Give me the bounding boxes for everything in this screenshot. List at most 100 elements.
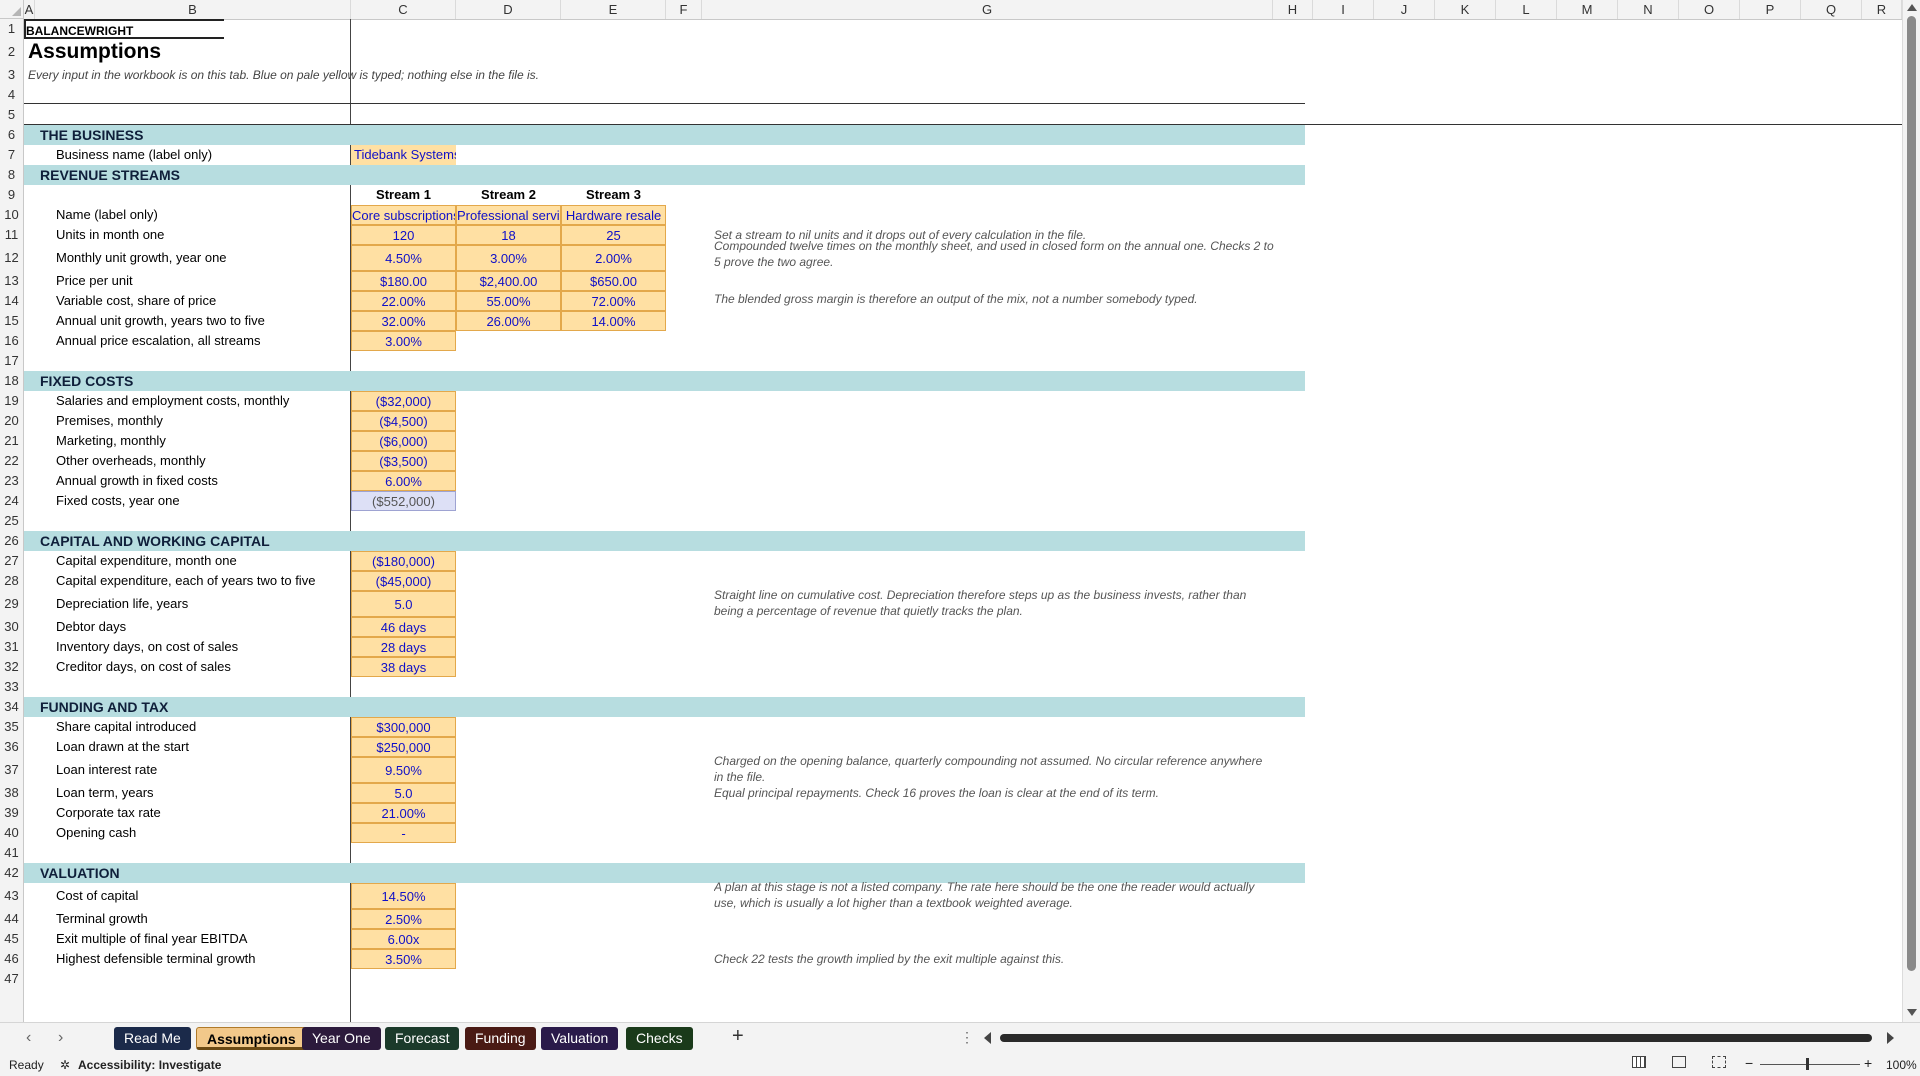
row-header-2[interactable]: 2 [0, 39, 23, 65]
scroll-right-icon[interactable] [1887, 1032, 1894, 1044]
input-cell[interactable]: ($3,500) [351, 451, 456, 471]
row-label[interactable]: Share capital introduced [56, 717, 371, 737]
column-header-e[interactable]: E [561, 0, 666, 19]
input-cell[interactable]: 6.00x [351, 929, 456, 949]
column-header-d[interactable]: D [456, 0, 561, 19]
input-cell[interactable]: 55.00% [456, 291, 561, 311]
scroll-up-icon[interactable] [1907, 4, 1917, 11]
tab-read-me[interactable]: Read Me [114, 1027, 191, 1050]
input-cell[interactable]: $300,000 [351, 717, 456, 737]
row-header-27[interactable]: 27 [0, 551, 23, 571]
assumption-note[interactable]: The blended gross margin is therefore an… [714, 291, 1274, 307]
vertical-scrollbar[interactable] [1902, 0, 1920, 1022]
input-cell[interactable]: 46 days [351, 617, 456, 637]
column-header-c[interactable]: C [351, 0, 456, 19]
zoom-slider-handle[interactable] [1806, 1058, 1809, 1070]
row-header-25[interactable]: 25 [0, 511, 23, 531]
row-header-11[interactable]: 11 [0, 225, 23, 245]
calculated-cell[interactable]: ($552,000) [351, 491, 456, 511]
business-name-input[interactable]: Tidebank Systems [351, 145, 456, 165]
input-cell[interactable]: $650.00 [561, 271, 666, 291]
tab-funding[interactable]: Funding [465, 1027, 536, 1050]
input-cell[interactable]: ($32,000) [351, 391, 456, 411]
scroll-left-icon[interactable] [984, 1032, 991, 1044]
next-sheet-icon[interactable]: › [58, 1029, 63, 1047]
horizontal-scroll-thumb[interactable] [1000, 1034, 1872, 1042]
column-header-j[interactable]: J [1374, 0, 1435, 19]
input-cell[interactable]: 25 [561, 225, 666, 245]
column-header-h[interactable]: H [1273, 0, 1313, 19]
row-header-6[interactable]: 6 [0, 125, 23, 145]
row-header-10[interactable]: 10 [0, 205, 23, 225]
row-header-24[interactable]: 24 [0, 491, 23, 511]
row-label[interactable]: Depreciation life, years [56, 591, 371, 617]
scroll-down-icon[interactable] [1907, 1009, 1917, 1016]
row-label[interactable]: Terminal growth [56, 909, 371, 929]
row-label[interactable]: Inventory days, on cost of sales [56, 637, 371, 657]
row-label[interactable]: Creditor days, on cost of sales [56, 657, 371, 677]
row-header-35[interactable]: 35 [0, 717, 23, 737]
row-header-38[interactable]: 38 [0, 783, 23, 803]
row-label[interactable]: Units in month one [56, 225, 371, 245]
row-label[interactable]: Corporate tax rate [56, 803, 371, 823]
column-header-n[interactable]: N [1618, 0, 1679, 19]
input-cell[interactable]: 5.0 [351, 783, 456, 803]
accessibility-status[interactable]: Accessibility: Investigate [78, 1058, 221, 1072]
input-cell[interactable]: $2,400.00 [456, 271, 561, 291]
page-layout-view-icon[interactable] [1672, 1056, 1686, 1068]
input-cell[interactable]: 6.00% [351, 471, 456, 491]
row-header-47[interactable]: 47 [0, 969, 23, 989]
row-label[interactable]: Capital expenditure, each of years two t… [56, 571, 371, 591]
row-label[interactable]: Annual growth in fixed costs [56, 471, 371, 491]
input-cell[interactable]: 2.50% [351, 909, 456, 929]
row-header-33[interactable]: 33 [0, 677, 23, 697]
row-header-44[interactable]: 44 [0, 909, 23, 929]
input-cell[interactable]: 5.0 [351, 591, 456, 617]
row-header-36[interactable]: 36 [0, 737, 23, 757]
brand-cell[interactable]: BALANCEWRIGHT [24, 19, 224, 39]
row-header-32[interactable]: 32 [0, 657, 23, 677]
assumption-note[interactable]: Equal principal repayments. Check 16 pro… [714, 785, 1274, 801]
input-cell[interactable]: 21.00% [351, 803, 456, 823]
row-label[interactable]: Loan interest rate [56, 757, 371, 783]
row-header-41[interactable]: 41 [0, 843, 23, 863]
row-header-43[interactable]: 43 [0, 883, 23, 909]
business-name-label[interactable]: Business name (label only) [56, 145, 371, 165]
row-header-22[interactable]: 22 [0, 451, 23, 471]
column-header-o[interactable]: O [1679, 0, 1740, 19]
row-label[interactable]: Capital expenditure, month one [56, 551, 371, 571]
column-header-a[interactable]: A [24, 0, 35, 19]
row-header-28[interactable]: 28 [0, 571, 23, 591]
add-sheet-button[interactable]: + [732, 1025, 744, 1048]
row-header-5[interactable]: 5 [0, 105, 23, 125]
tab-options-icon[interactable]: ⋮ [960, 1029, 974, 1046]
row-label[interactable]: Other overheads, monthly [56, 451, 371, 471]
input-cell[interactable]: 14.00% [561, 311, 666, 331]
cell-grid[interactable]: THE BUSINESS REVENUE STREAMS FIXED COSTS CA… [24, 19, 1902, 1022]
row-label[interactable]: Highest defensible terminal growth [56, 949, 371, 969]
assumption-note[interactable]: Compounded twelve times on the monthly s… [714, 238, 1274, 270]
row-header-4[interactable]: 4 [0, 85, 23, 105]
input-cell[interactable]: Professional services [456, 205, 561, 225]
zoom-out-button[interactable]: − [1745, 1055, 1753, 1071]
column-header-r[interactable]: R [1862, 0, 1902, 19]
row-header-30[interactable]: 30 [0, 617, 23, 637]
row-label[interactable]: Annual price escalation, all streams [56, 331, 371, 351]
input-cell[interactable]: 18 [456, 225, 561, 245]
select-all-corner[interactable] [0, 0, 24, 19]
input-cell[interactable]: 22.00% [351, 291, 456, 311]
row-header-12[interactable]: 12 [0, 245, 23, 271]
input-cell[interactable]: $180.00 [351, 271, 456, 291]
column-header-q[interactable]: Q [1801, 0, 1862, 19]
row-header-14[interactable]: 14 [0, 291, 23, 311]
input-cell[interactable]: 14.50% [351, 883, 456, 909]
row-label[interactable]: Annual unit growth, years two to five [56, 311, 371, 331]
stream-header[interactable]: Stream 3 [561, 185, 666, 205]
horizontal-scrollbar[interactable] [984, 1031, 1894, 1045]
input-cell[interactable]: 120 [351, 225, 456, 245]
row-header-3[interactable]: 3 [0, 65, 23, 85]
row-label[interactable]: Fixed costs, year one [56, 491, 371, 511]
row-header-15[interactable]: 15 [0, 311, 23, 331]
row-header-18[interactable]: 18 [0, 371, 23, 391]
row-header-7[interactable]: 7 [0, 145, 23, 165]
